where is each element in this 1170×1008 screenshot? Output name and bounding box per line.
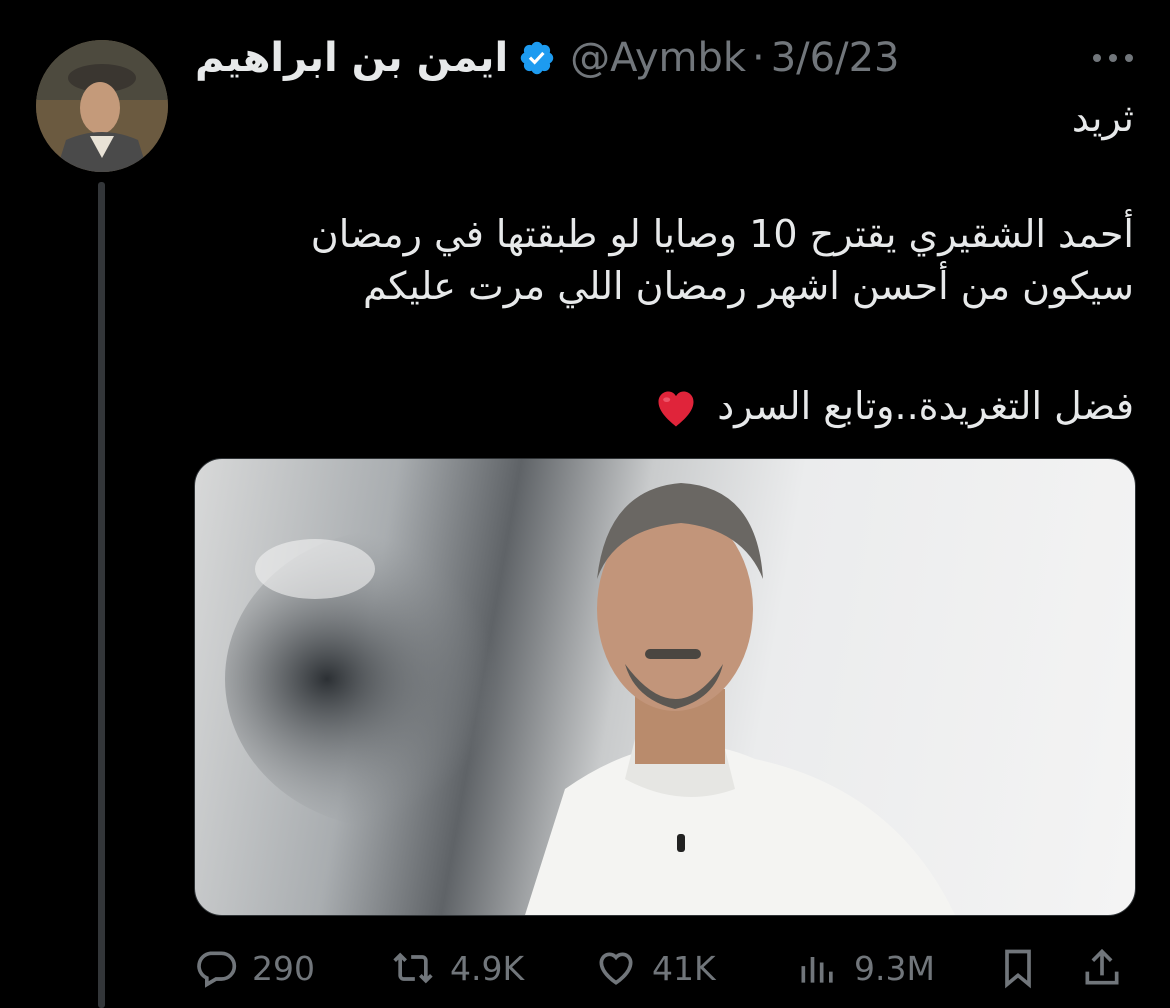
bookmark-icon [1005,949,1031,989]
tweet-text-line-with-emoji: فضل التغريدة..وتابع السرد [655,380,1134,432]
share-button[interactable] [1080,940,1138,996]
comment-bubble-icon [197,951,237,988]
reply-count: 290 [252,948,315,988]
retweet-count: 4.9K [450,948,525,988]
retweet-button[interactable]: 4.9K [390,940,524,996]
retweet-arrows-icon [393,952,433,984]
media-photo [225,483,955,915]
more-horizontal-icon[interactable] [1088,40,1138,76]
tweet-media-image[interactable] [194,458,1136,916]
tweet-text-line: ثريد [1071,96,1134,140]
reply-button[interactable]: 290 [194,940,315,996]
author-name[interactable]: ايمن بن ابراهيم [195,35,508,81]
tweet-text-line: سيكون من أحسن اشهر رمضان اللي مرت عليكم [362,264,1134,308]
heart-outline-icon [599,952,633,985]
like-button[interactable]: 41K [594,940,716,996]
separator-dot: · [752,35,765,81]
tweet-action-bar: 290 4.9K 41K 9.3M [194,940,1134,996]
tweet-text-line: فضل التغريدة..وتابع السرد [717,384,1134,428]
views-button[interactable]: 9.3M [796,940,935,996]
share-upload-icon [1085,948,1119,985]
bookmark-button[interactable] [996,940,1054,996]
avatar-photo [36,40,168,172]
author-handle[interactable]: @Aymbk [570,35,746,81]
view-count: 9.3M [854,948,935,988]
red-heart-emoji-icon [658,391,694,426]
tweet-text-line: أحمد الشقيري يقترح 10 وصايا لو طبقتها في… [310,212,1134,256]
bar-chart-icon [801,957,833,983]
like-count: 41K [652,948,716,988]
thread-connector-line [98,182,105,1008]
verified-badge-icon [520,41,554,75]
tweet-date[interactable]: 3/6/23 [771,35,900,81]
tweet-header: ايمن بن ابراهيم @Aymbk · 3/6/23 [195,30,899,86]
avatar[interactable] [36,40,168,172]
